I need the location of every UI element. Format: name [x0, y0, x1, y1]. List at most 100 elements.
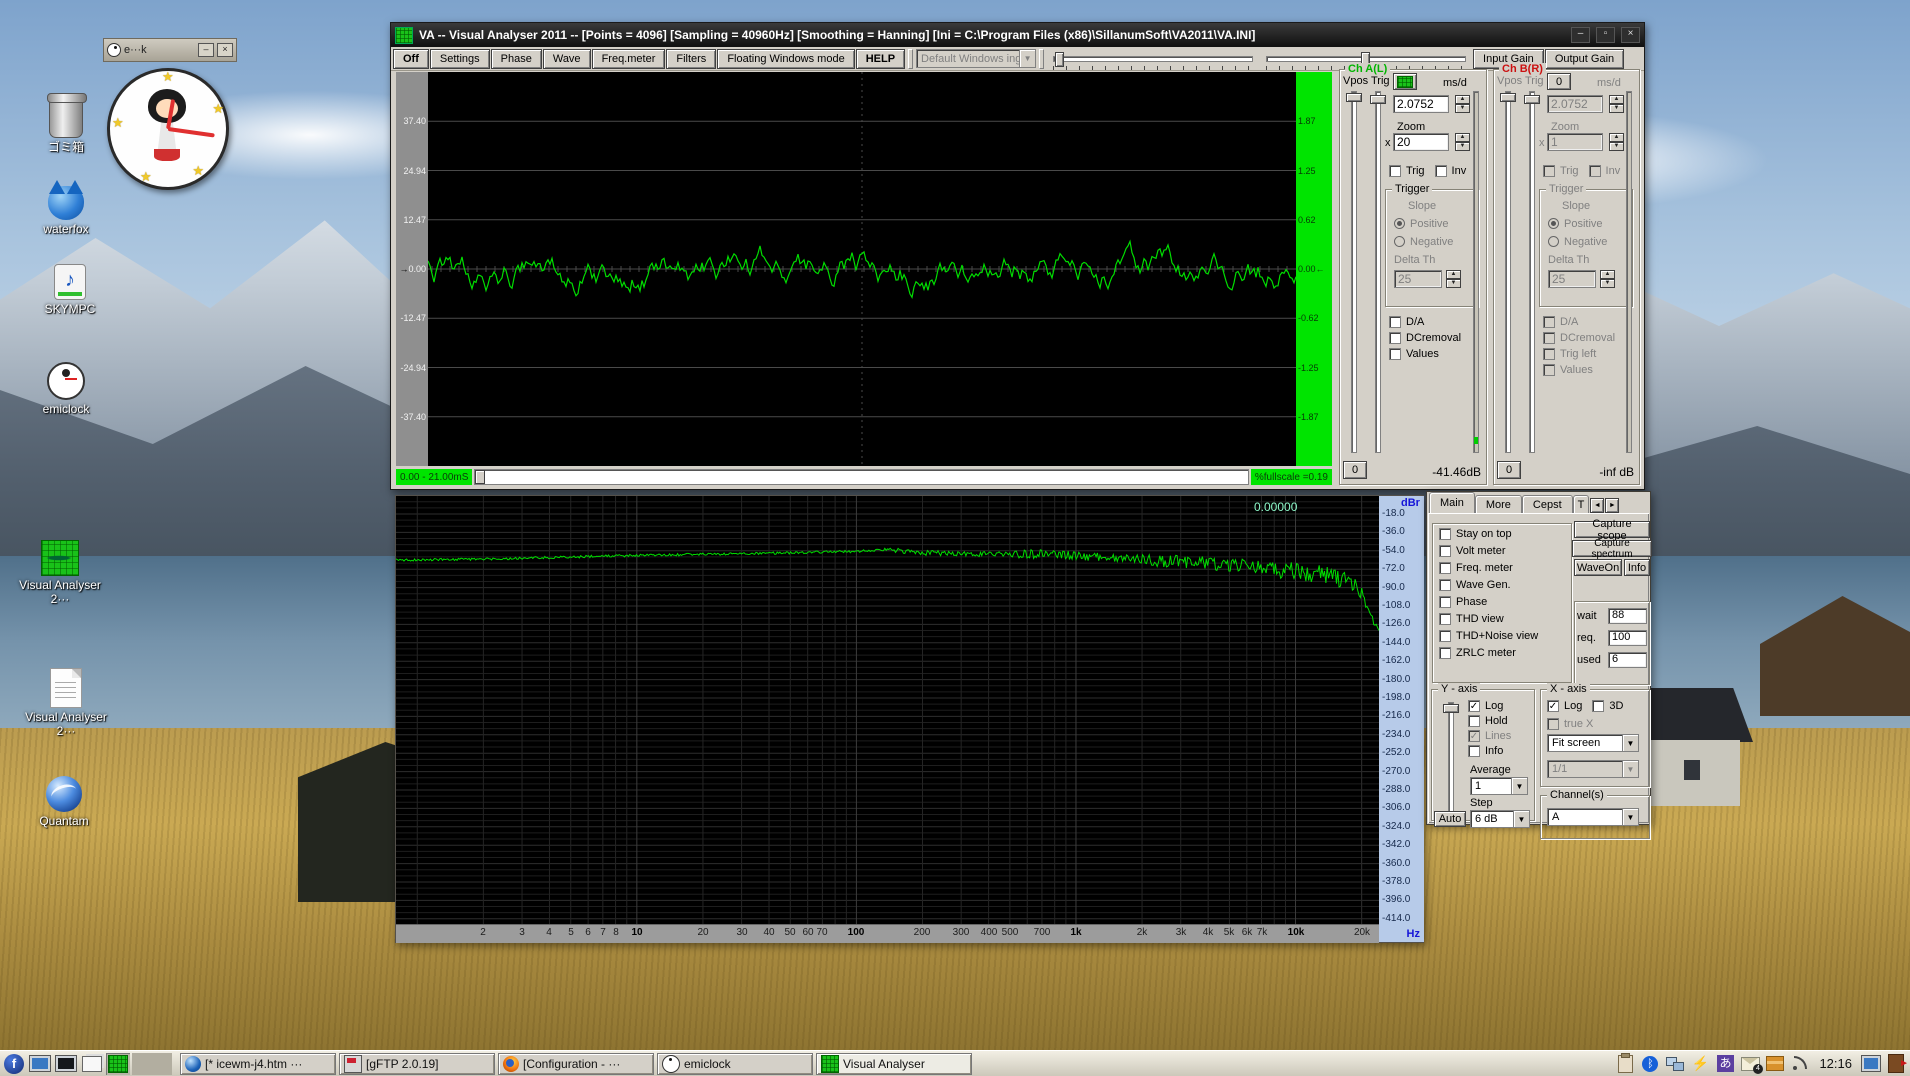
delta-spinner[interactable]: ▲▼ [1446, 270, 1461, 288]
delta-th-field[interactable]: 25 [1394, 270, 1442, 288]
trig-slider-thumb[interactable] [1370, 95, 1386, 104]
clipboard-tray[interactable] [1615, 1054, 1635, 1074]
terminal-launcher[interactable] [54, 1053, 78, 1075]
check-values[interactable]: Values [1543, 362, 1615, 377]
emiclock-titlebar[interactable]: e···k – × [103, 38, 237, 62]
msd-spinner[interactable]: ▲▼ [1609, 95, 1624, 113]
msd-spinner[interactable]: ▲▼ [1455, 95, 1470, 113]
va-launcher[interactable] [106, 1053, 130, 1075]
vpos-slider-thumb[interactable] [1346, 93, 1362, 102]
trig-slider-thumb[interactable] [1524, 95, 1540, 104]
zoom-spinner[interactable]: ▲▼ [1455, 133, 1470, 151]
checkbox-box[interactable] [1435, 165, 1447, 177]
check-phase[interactable]: Phase [1439, 594, 1571, 609]
y-axis-slider-thumb[interactable] [1443, 704, 1459, 713]
checkbox-box[interactable] [1439, 579, 1451, 591]
checkbox-box[interactable] [1543, 364, 1555, 376]
toolbar-button-off[interactable]: Off [393, 49, 429, 69]
tab-scroll-right[interactable]: ► [1605, 498, 1619, 513]
windows-launcher[interactable] [80, 1053, 104, 1075]
check-dcremoval[interactable]: DCremoval [1543, 330, 1615, 345]
delta-th-field[interactable]: 25 [1548, 270, 1596, 288]
minimize-icon[interactable]: – [198, 43, 214, 57]
x-truex-check[interactable]: true X [1547, 716, 1593, 731]
desktop-icon-waterfox[interactable]: waterfox [18, 186, 114, 237]
display-tray[interactable] [1861, 1054, 1881, 1074]
bluetooth-tray[interactable]: ᛒ [1640, 1054, 1660, 1074]
check-freq-meter[interactable]: Freq. meter [1439, 560, 1571, 575]
channels-dropdown[interactable]: A ▼ [1547, 808, 1639, 826]
checkbox-box[interactable] [1592, 700, 1604, 712]
spin-down-icon[interactable]: ▼ [1455, 142, 1470, 151]
chevron-down-icon[interactable]: ▼ [1622, 761, 1638, 777]
scope-scrollbar[interactable] [474, 469, 1249, 485]
chevron-down-icon[interactable]: ▼ [1622, 735, 1638, 751]
checkbox-box[interactable] [1439, 630, 1451, 642]
step-dropdown[interactable]: 6 dB ▼ [1470, 810, 1530, 828]
checkbox-box[interactable] [1439, 596, 1451, 608]
checkbox-box[interactable] [1543, 332, 1555, 344]
inv-check[interactable]: Inv [1435, 163, 1467, 178]
checkbox-box[interactable] [1589, 165, 1601, 177]
capture-spectrum-button[interactable]: Capture spectrum [1572, 540, 1652, 557]
zoom-field[interactable]: 1 [1547, 133, 1603, 151]
trig-check[interactable]: Trig [1389, 163, 1425, 178]
y-info-check[interactable]: Info [1468, 743, 1511, 758]
task-button-browser-orb[interactable]: [* icewm-j4.htm ··· [180, 1053, 336, 1075]
info-button[interactable]: Info [1624, 559, 1650, 576]
check-trig-left[interactable]: Trig left [1543, 346, 1615, 361]
y-lines-check[interactable]: ✓Lines [1468, 728, 1511, 743]
checkbox-box[interactable] [1468, 715, 1480, 727]
package-tray[interactable] [1765, 1054, 1785, 1074]
radio-dot[interactable] [1394, 236, 1405, 247]
inv-check[interactable]: Inv [1589, 163, 1621, 178]
tab-more[interactable]: More [1475, 495, 1522, 513]
check-thd-noise-view[interactable]: THD+Noise view [1439, 628, 1571, 643]
input-method-tray[interactable]: ⚡ [1690, 1054, 1710, 1074]
desktop-icon-skympc[interactable]: ♪SKYMPC [22, 264, 118, 317]
y-axis-slider[interactable] [1448, 702, 1454, 812]
slider-thumb[interactable] [1055, 52, 1064, 67]
maximize-icon[interactable]: ▫ [1596, 27, 1615, 43]
ratio-dropdown[interactable]: 1/1 ▼ [1547, 760, 1639, 778]
trig-slider[interactable] [1375, 91, 1381, 453]
checkbox-box[interactable] [1543, 348, 1555, 360]
check-d-a[interactable]: D/A [1389, 314, 1461, 329]
chevron-down-icon[interactable]: ▼ [1019, 50, 1035, 67]
task-button-gftp[interactable]: [gFTP 2.0.19] [339, 1053, 495, 1075]
check-d-a[interactable]: D/A [1543, 314, 1615, 329]
spin-down-icon[interactable]: ▼ [1600, 279, 1615, 288]
spin-up-icon[interactable]: ▲ [1446, 270, 1461, 279]
checkbox-box[interactable]: ✓ [1468, 730, 1480, 742]
checkbox-box[interactable]: ✓ [1547, 700, 1559, 712]
radio-dot[interactable] [1394, 218, 1405, 229]
spin-up-icon[interactable]: ▲ [1455, 133, 1470, 142]
desktop-icon-emiclock[interactable]: emiclock [18, 362, 114, 417]
spin-up-icon[interactable]: ▲ [1600, 270, 1615, 279]
toolbar-button-help[interactable]: HELP [856, 49, 905, 69]
checkbox-box[interactable] [1389, 316, 1401, 328]
spin-down-icon[interactable]: ▼ [1609, 142, 1624, 151]
task-button-va[interactable]: Visual Analyser [816, 1053, 972, 1075]
field-value[interactable]: 100 [1608, 630, 1647, 646]
scope-mode-button[interactable] [1393, 73, 1417, 90]
vpos-slider[interactable] [1505, 91, 1511, 453]
negative-radio[interactable]: Negative [1548, 234, 1607, 249]
check-wave-gen-[interactable]: Wave Gen. [1439, 577, 1571, 592]
delta-spinner[interactable]: ▲▼ [1600, 270, 1615, 288]
minimize-icon[interactable]: – [1571, 27, 1590, 43]
x-3d-check[interactable]: 3D [1592, 698, 1623, 713]
field-value[interactable]: 6 [1608, 652, 1647, 668]
radio-dot[interactable] [1548, 236, 1559, 247]
checkbox-box[interactable] [1439, 647, 1451, 659]
check-dcremoval[interactable]: DCremoval [1389, 330, 1461, 345]
y-log-check[interactable]: ✓Log [1468, 698, 1511, 713]
tab-t[interactable]: T [1573, 495, 1590, 513]
vpos-slider-thumb[interactable] [1500, 93, 1516, 102]
x-log-check[interactable]: ✓Log [1547, 698, 1582, 713]
checkbox-box[interactable] [1389, 348, 1401, 360]
spin-up-icon[interactable]: ▲ [1455, 95, 1470, 104]
toolbar-button-floating-windows-mode[interactable]: Floating Windows mode [717, 49, 854, 69]
y-hold-check[interactable]: Hold [1468, 713, 1511, 728]
radio-dot[interactable] [1548, 218, 1559, 229]
